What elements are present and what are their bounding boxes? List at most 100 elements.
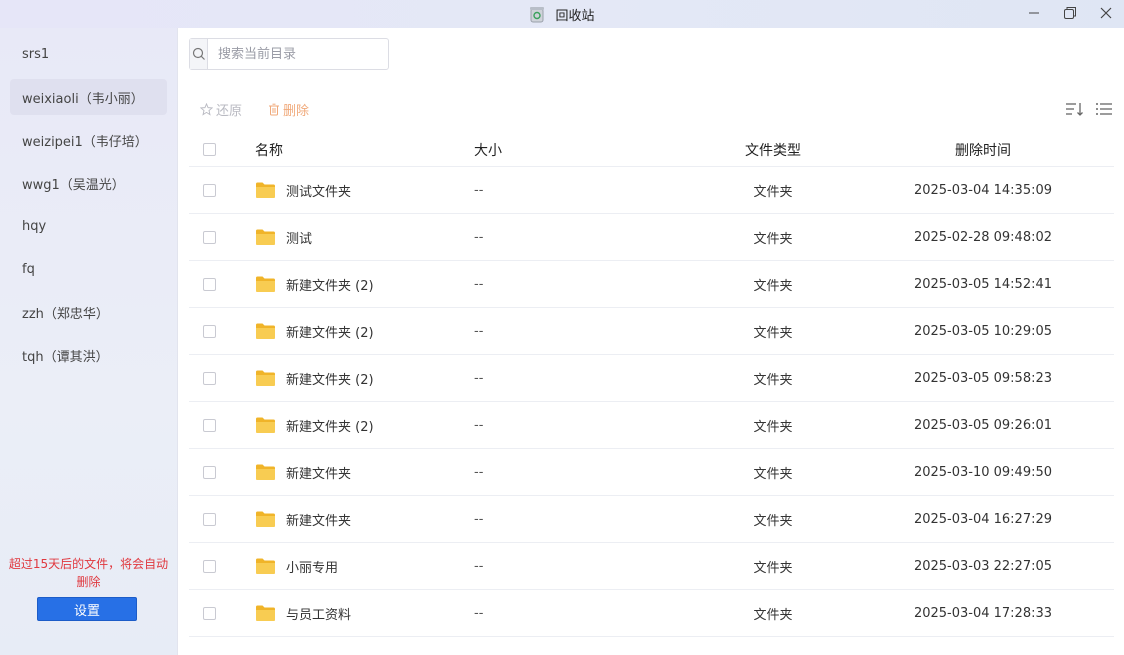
sidebar-item-srs1[interactable]: srs1 (10, 36, 167, 72)
folder-icon (256, 229, 275, 245)
row-checkbox[interactable] (203, 324, 216, 338)
sidebar: srs1 weixiaoli（韦小丽） weizipei1（韦仔培） wwg1（… (0, 28, 177, 655)
folder-icon (256, 464, 275, 480)
table-row[interactable]: 小丽专用 -- 文件夹 2025-03-03 22:27:05 (189, 543, 1114, 590)
file-name[interactable]: 新建文件夹 (2) (286, 416, 374, 435)
file-name[interactable]: 与员工资料 (286, 604, 351, 623)
file-size: -- (474, 558, 484, 574)
table-row[interactable]: 新建文件夹 -- 文件夹 2025-03-10 09:49:50 (189, 449, 1114, 496)
user-list: srs1 weixiaoli（韦小丽） weizipei1（韦仔培） wwg1（… (0, 28, 177, 373)
minimize-button[interactable] (1016, 0, 1052, 26)
delete-time: 2025-03-03 22:27:05 (913, 558, 1053, 574)
table-row[interactable]: 与员工资料 -- 文件夹 2025-03-04 17:28:33 (189, 590, 1114, 637)
auto-delete-notice: 超过15天后的文件，将会自动删除 (8, 557, 169, 589)
list-view-button[interactable] (1094, 100, 1114, 118)
file-type: 文件夹 (753, 231, 793, 247)
delete-time: 2025-03-05 09:58:23 (913, 370, 1053, 386)
row-checkbox[interactable] (203, 465, 216, 479)
sidebar-item-weizipei1[interactable]: weizipei1（韦仔培） (10, 122, 167, 158)
search-box (189, 38, 389, 70)
folder-icon (256, 605, 275, 621)
row-checkbox[interactable] (203, 512, 216, 526)
file-name[interactable]: 测试 (286, 228, 312, 247)
table-row[interactable]: 新建文件夹 (2) -- 文件夹 2025-03-05 09:58:23 (189, 355, 1114, 402)
close-button[interactable] (1088, 0, 1124, 26)
delete-time: 2025-03-05 10:29:05 (913, 323, 1053, 339)
folder-icon (256, 370, 275, 386)
file-type: 文件夹 (753, 466, 793, 482)
file-type: 文件夹 (753, 278, 793, 294)
minimize-icon (1029, 12, 1039, 14)
column-header-name[interactable]: 名称 (255, 140, 474, 160)
table-row[interactable]: 测试文件夹 -- 文件夹 2025-03-04 14:35:09 (189, 167, 1114, 214)
file-name[interactable]: 新建文件夹 (286, 463, 351, 482)
column-header-type[interactable]: 文件类型 (694, 140, 852, 160)
file-size: -- (474, 464, 484, 480)
title-bar: 回收站 (0, 0, 1124, 28)
delete-time: 2025-03-04 17:28:33 (913, 605, 1053, 621)
file-size: -- (474, 276, 484, 292)
sidebar-item-tqh[interactable]: tqh（谭其洪） (10, 337, 167, 373)
file-size: -- (474, 323, 484, 339)
file-type: 文件夹 (753, 560, 793, 576)
sidebar-item-fq[interactable]: fq (10, 251, 167, 287)
delete-time: 2025-03-10 09:49:50 (913, 464, 1053, 480)
trash-icon (269, 103, 280, 116)
table-header: 名称 大小 文件类型 删除时间 (189, 133, 1114, 167)
settings-button[interactable]: 设置 (37, 597, 137, 621)
search-input[interactable] (208, 39, 388, 69)
file-name[interactable]: 测试文件夹 (286, 181, 351, 200)
maximize-button[interactable] (1052, 0, 1088, 26)
delete-time: 2025-03-04 14:35:09 (913, 182, 1053, 198)
file-size: -- (474, 605, 484, 621)
row-checkbox[interactable] (203, 277, 216, 291)
table-row[interactable]: 测试 -- 文件夹 2025-02-28 09:48:02 (189, 214, 1114, 261)
table-row[interactable]: 新建文件夹 -- 文件夹 2025-03-04 16:27:29 (189, 496, 1114, 543)
sidebar-item-hqy[interactable]: hqy (10, 208, 167, 244)
row-checkbox[interactable] (203, 418, 216, 432)
table-row[interactable]: 新建文件夹 (2) -- 文件夹 2025-03-05 10:29:05 (189, 308, 1114, 355)
table-row[interactable]: 新建文件夹 (2) -- 文件夹 2025-03-05 09:26:01 (189, 402, 1114, 449)
folder-icon (256, 182, 275, 198)
row-checkbox[interactable] (203, 183, 216, 197)
file-type: 文件夹 (753, 513, 793, 529)
delete-time: 2025-03-05 14:52:41 (913, 276, 1053, 292)
delete-button[interactable]: 删除 (268, 100, 309, 119)
file-size: -- (474, 370, 484, 386)
restore-button[interactable]: 还原 (200, 100, 242, 119)
action-bar: 还原 删除 (200, 100, 309, 119)
sort-icon (1065, 103, 1083, 116)
row-checkbox[interactable] (203, 559, 216, 573)
sort-button[interactable] (1064, 100, 1084, 118)
folder-icon (256, 511, 275, 527)
select-all-checkbox[interactable] (203, 143, 216, 156)
file-name[interactable]: 新建文件夹 (2) (286, 322, 374, 341)
sidebar-item-wwg1[interactable]: wwg1（吴温光） (10, 165, 167, 201)
row-checkbox[interactable] (203, 606, 216, 620)
file-name[interactable]: 新建文件夹 (2) (286, 369, 374, 388)
recycle-bin-icon (530, 7, 545, 23)
file-name[interactable]: 新建文件夹 (286, 510, 351, 529)
column-header-size[interactable]: 大小 (474, 140, 694, 160)
maximize-icon (1064, 7, 1076, 19)
table-body: 测试文件夹 -- 文件夹 2025-03-04 14:35:09 测试 -- 文… (189, 167, 1114, 637)
file-size: -- (474, 182, 484, 198)
column-header-time[interactable]: 删除时间 (852, 140, 1114, 160)
main-panel: 还原 删除 名称 大小 文件类型 删除时间 测试文件夹 -- 文件夹 (177, 28, 1124, 655)
sidebar-item-zzh[interactable]: zzh（郑忠华） (10, 294, 167, 330)
row-checkbox[interactable] (203, 230, 216, 244)
list-view-icon (1096, 103, 1112, 115)
file-name[interactable]: 小丽专用 (286, 557, 338, 576)
sidebar-item-weixiaoli[interactable]: weixiaoli（韦小丽） (10, 79, 167, 115)
window-title: 回收站 (555, 8, 595, 24)
file-table: 名称 大小 文件类型 删除时间 测试文件夹 -- 文件夹 2025-03-04 … (189, 133, 1114, 637)
table-row[interactable]: 新建文件夹 (2) -- 文件夹 2025-03-05 14:52:41 (189, 261, 1114, 308)
delete-time: 2025-02-28 09:48:02 (913, 229, 1053, 245)
file-name[interactable]: 新建文件夹 (2) (286, 275, 374, 294)
file-type: 文件夹 (753, 372, 793, 388)
file-size: -- (474, 417, 484, 433)
row-checkbox[interactable] (203, 371, 216, 385)
search-icon (192, 47, 205, 60)
search-button[interactable] (190, 39, 208, 69)
star-icon (200, 103, 213, 116)
